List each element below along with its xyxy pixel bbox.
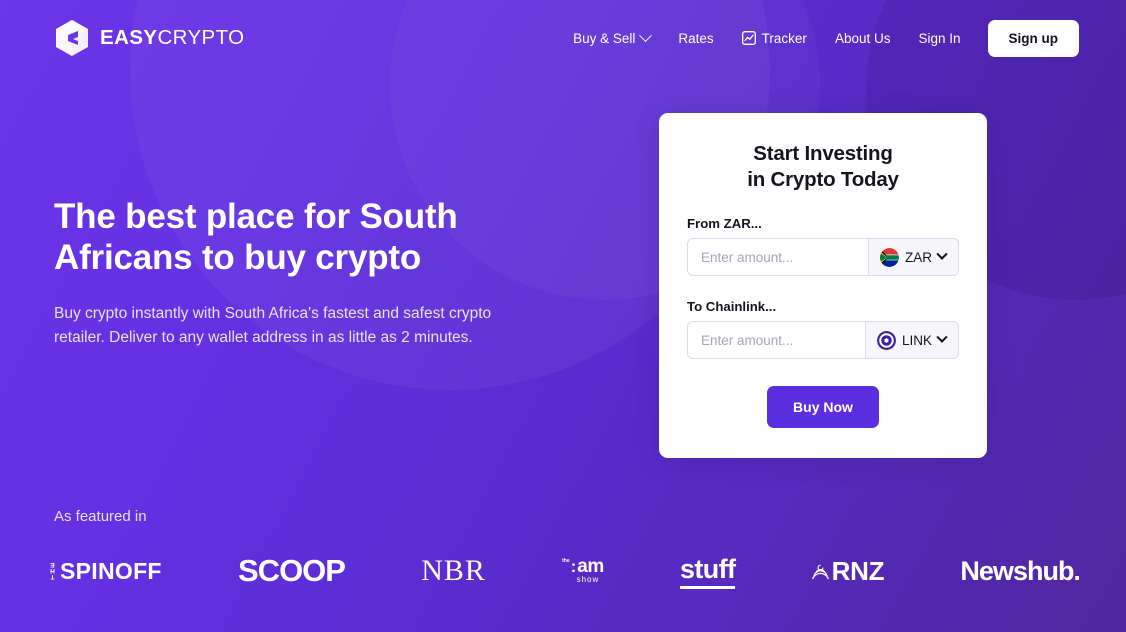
featured-logo-am-text: am xyxy=(577,556,604,577)
featured-logo-the-am-show[interactable]: the : am show xyxy=(562,556,604,584)
featured-logo-the-spinoff-text: SPINOFF xyxy=(60,557,162,584)
card-title-line1: Start Investing xyxy=(753,142,893,165)
featured-logo-am-prefix: the xyxy=(562,558,570,564)
site-header: EASYCRYPTO Buy & Sell Rates Tracker Abou… xyxy=(0,0,1126,76)
south-africa-flag-icon xyxy=(880,247,899,267)
sign-up-button[interactable]: Sign up xyxy=(987,19,1079,57)
featured-logo-rnz-text: RNZ xyxy=(831,555,885,586)
landing-page: EASYCRYPTO Buy & Sell Rates Tracker Abou… xyxy=(0,0,1126,632)
chevron-down-icon xyxy=(639,28,653,42)
featured-logos-row: THE SPINOFF SCOOP NBR the : am show stuf… xyxy=(49,545,1081,597)
featured-logo-newshub-text: Newshub. xyxy=(960,555,1081,586)
featured-logo-am-suffix: show xyxy=(576,575,600,584)
featured-logo-stuff-text: stuff xyxy=(679,554,736,589)
from-currency-selector[interactable]: ZAR xyxy=(868,239,958,275)
rnz-spiral-icon xyxy=(811,564,829,579)
from-currency-label: From ZAR... xyxy=(687,216,762,231)
hero-section: The best place for South Africans to buy… xyxy=(54,196,524,350)
featured-label: As featured in xyxy=(54,508,147,525)
logo-text-light: CRYPTO xyxy=(157,26,245,49)
from-currency-field: ZAR xyxy=(687,238,959,276)
featured-logo-scoop-text: SCOOP xyxy=(238,553,346,588)
featured-logo-nbr-text: NBR xyxy=(421,554,486,587)
chart-tracker-icon xyxy=(741,31,756,45)
to-currency-field: LINK xyxy=(687,321,959,359)
logo-text: EASYCRYPTO xyxy=(100,26,245,50)
buy-now-button[interactable]: Buy Now xyxy=(767,386,879,428)
featured-logo-am-colon: : xyxy=(570,557,577,576)
to-currency-code: LINK xyxy=(901,332,932,348)
featured-logo-the-spinoff[interactable]: THE SPINOFF xyxy=(49,557,162,585)
nav-item-buy-and-sell[interactable]: Buy & Sell xyxy=(559,23,664,54)
nav-item-rates[interactable]: Rates xyxy=(664,23,727,54)
chevron-down-icon xyxy=(936,248,948,260)
nav-item-sign-in[interactable]: Sign In xyxy=(904,23,974,54)
nav-item-sign-in-label: Sign In xyxy=(918,30,961,46)
hero-subheading: Buy crypto instantly with South Africa's… xyxy=(54,305,492,346)
nav-item-about-us-label: About Us xyxy=(834,30,891,46)
featured-logo-nbr[interactable]: NBR xyxy=(421,554,486,588)
card-title-line2: in Crypto Today xyxy=(747,168,899,191)
main-navigation: Buy & Sell Rates Tracker About Us Sign I… xyxy=(559,19,1079,57)
easycrypto-hexagon-logo-icon xyxy=(56,20,88,56)
from-currency-code: ZAR xyxy=(905,249,932,265)
featured-logo-am-row: the : am xyxy=(562,556,604,577)
nav-item-tracker-label: Tracker xyxy=(761,30,807,46)
chainlink-link-icon xyxy=(876,330,896,350)
chevron-down-icon xyxy=(936,331,948,343)
logo[interactable]: EASYCRYPTO xyxy=(54,19,245,57)
featured-logo-the-spinoff-prefix: THE xyxy=(49,562,56,580)
featured-logo-rnz[interactable]: RNZ xyxy=(811,555,885,587)
from-amount-input[interactable] xyxy=(688,239,868,275)
to-amount-input[interactable] xyxy=(688,322,865,358)
featured-logo-newshub[interactable]: Newshub. xyxy=(960,555,1081,587)
featured-logo-scoop[interactable]: SCOOP xyxy=(238,553,346,589)
nav-item-tracker[interactable]: Tracker xyxy=(728,23,821,54)
nav-item-rates-label: Rates xyxy=(678,30,714,46)
to-currency-label: To Chainlink... xyxy=(687,299,777,314)
featured-logo-stuff[interactable]: stuff xyxy=(679,554,736,589)
buy-crypto-card: Start Investing in Crypto Today From ZAR… xyxy=(659,113,987,458)
nav-item-about-us[interactable]: About Us xyxy=(821,23,905,54)
logo-text-bold: EASY xyxy=(100,26,158,49)
to-currency-selector[interactable]: LINK xyxy=(864,322,958,358)
nav-item-buy-and-sell-label: Buy & Sell xyxy=(573,30,636,46)
card-title: Start Investing in Crypto Today xyxy=(687,141,959,193)
hero-heading: The best place for South Africans to buy… xyxy=(54,197,458,277)
